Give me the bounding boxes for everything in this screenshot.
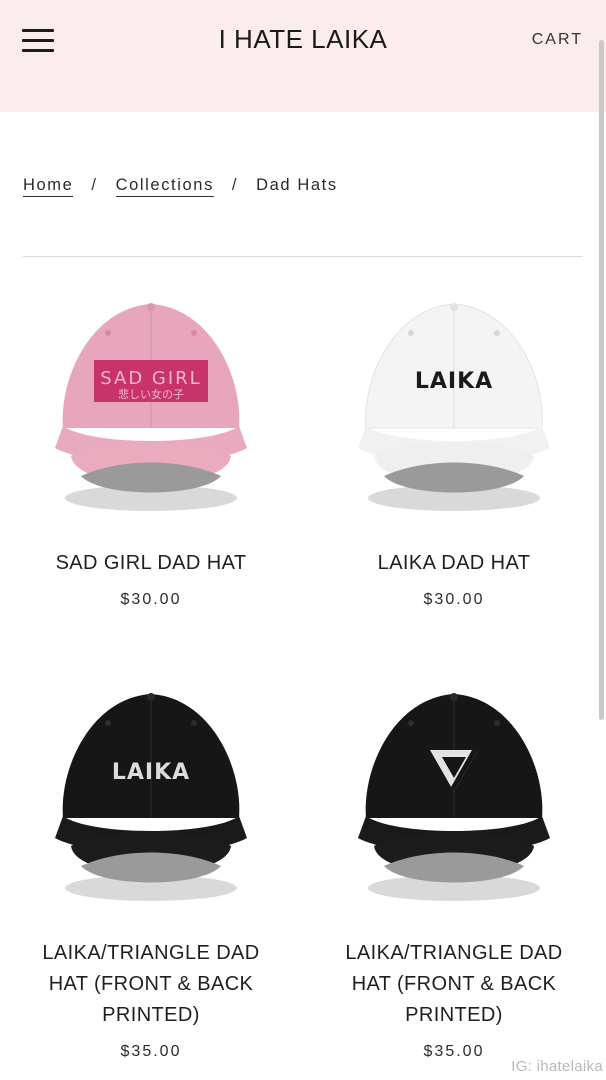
product-price: $30.00 (120, 591, 182, 608)
product-image[interactable]: LAIKA (354, 298, 554, 513)
product-card[interactable]: LAIKA LAIKA/TRIANGLE DAD HAT (FRONT & BA… (1, 688, 301, 1061)
site-header: I HATE LAIKA CART (0, 0, 606, 112)
product-card[interactable]: LAIKA LAIKA DAD HAT $30.00 (304, 298, 604, 609)
laika-logo-icon: LAIKA (112, 760, 190, 785)
product-name[interactable]: LAIKA/TRIANGLE DAD HAT (FRONT & BACK PRI… (304, 938, 604, 1031)
product-name[interactable]: SAD GIRL DAD HAT (1, 548, 301, 579)
product-name[interactable]: LAIKA/TRIANGLE DAD HAT (FRONT & BACK PRI… (1, 938, 301, 1031)
site-title[interactable]: I HATE LAIKA (0, 24, 606, 55)
product-image[interactable]: SAD GIRL 悲しい女の子 (51, 298, 251, 513)
breadcrumb-current: Dad Hats (256, 176, 338, 194)
breadcrumb-home-link[interactable]: Home (23, 176, 74, 197)
svg-text:悲しい女の子: 悲しい女の子 (118, 387, 184, 401)
breadcrumb-collections-link[interactable]: Collections (115, 176, 214, 197)
divider (23, 256, 583, 257)
breadcrumb: Home / Collections / Dad Hats (23, 176, 338, 197)
product-card[interactable]: LAIKA/TRIANGLE DAD HAT (FRONT & BACK PRI… (304, 688, 604, 1061)
product-image[interactable]: LAIKA (51, 688, 251, 903)
product-card[interactable]: SAD GIRL 悲しい女の子 SAD GIRL DAD HAT $30.00 (1, 298, 301, 609)
product-price: $30.00 (423, 591, 485, 608)
svg-text:SAD GIRL: SAD GIRL (100, 368, 201, 389)
breadcrumb-separator: / (91, 176, 98, 194)
laika-logo-icon: LAIKA (415, 369, 493, 394)
cart-link[interactable]: CART (532, 31, 583, 49)
sad-girl-patch-icon: SAD GIRL 悲しい女の子 (94, 360, 208, 402)
watermark: IG: ihatelaika (511, 1058, 603, 1075)
product-image[interactable] (354, 688, 554, 903)
breadcrumb-separator: / (231, 176, 239, 194)
product-name[interactable]: LAIKA DAD HAT (304, 548, 604, 579)
product-price: $35.00 (120, 1043, 182, 1060)
